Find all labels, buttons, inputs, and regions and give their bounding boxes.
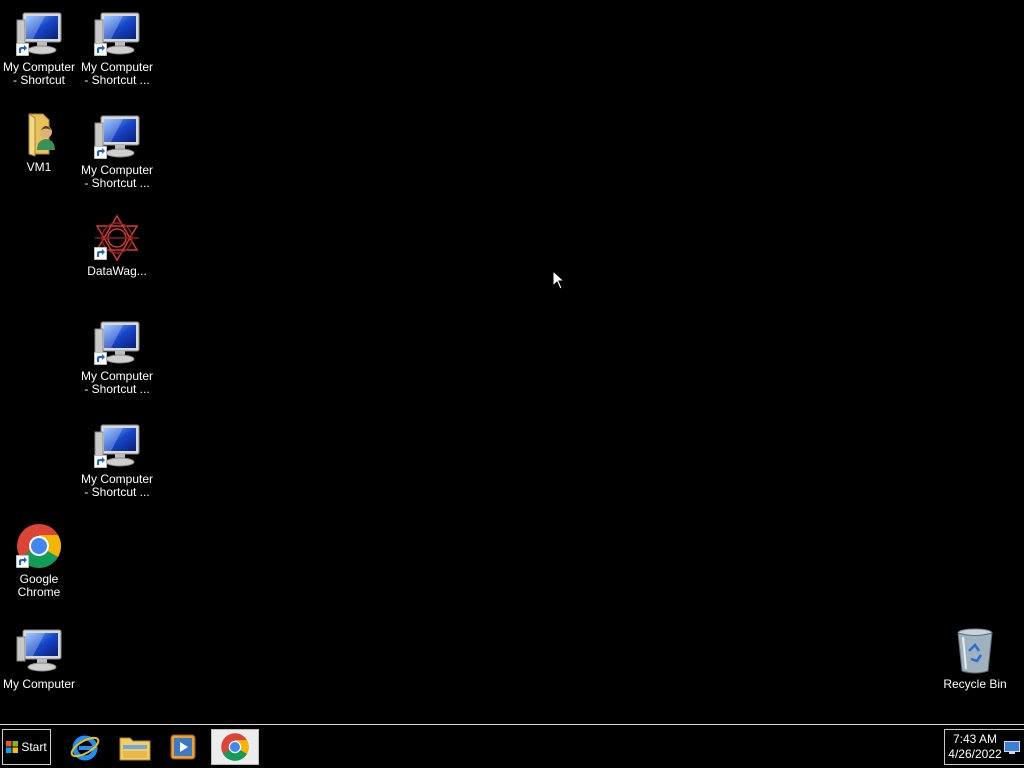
taskbar-media-player[interactable] — [160, 729, 206, 765]
clock[interactable]: 7:43 AM 4/26/2022 — [947, 732, 1003, 762]
start-label: Start — [21, 740, 47, 754]
desktop-icon-my-computer-shortcut-5[interactable]: My Computer - Shortcut ... — [78, 422, 156, 499]
clock-time: 7:43 AM — [952, 732, 998, 746]
icon-label: My Computer - Shortcut ... — [80, 369, 154, 396]
clock-date: 4/26/2022 — [948, 747, 1002, 761]
chrome-icon — [15, 522, 63, 570]
taskbar: Start 7:43 AM 4/26/2022 — [0, 724, 1024, 768]
desktop-icon-my-computer-shortcut-3[interactable]: My Computer - Shortcut ... — [78, 113, 156, 190]
media-player-icon — [170, 734, 196, 760]
icon-label: VM1 — [26, 160, 52, 174]
taskbar-chrome[interactable] — [211, 729, 259, 765]
chrome-icon — [221, 733, 249, 761]
icon-label: My Computer — [2, 677, 76, 691]
icon-label: DataWag... — [87, 264, 147, 278]
internet-explorer-icon — [70, 735, 100, 761]
computer-icon — [93, 319, 141, 367]
desktop-icon-google-chrome[interactable]: Google Chrome — [0, 522, 78, 599]
desktop-icon-vm1[interactable]: VM1 — [0, 110, 78, 174]
desktop: My Computer - Shortcut My Computer - Short… — [0, 0, 1024, 724]
desktop-icon-my-computer-shortcut-2[interactable]: My Computer - Shortcut ... — [78, 10, 156, 87]
recycle-bin-icon — [951, 627, 999, 675]
windows-logo-icon — [6, 741, 19, 753]
desktop-icon-my-computer-shortcut-4[interactable]: My Computer - Shortcut ... — [78, 319, 156, 396]
desktop-icon-datawag[interactable]: DataWag... — [78, 214, 156, 278]
icon-label: My Computer - Shortcut ... — [80, 472, 154, 499]
computer-icon — [93, 113, 141, 161]
computer-icon — [15, 10, 63, 58]
taskbar-internet-explorer[interactable] — [62, 729, 108, 765]
desktop-icon-my-computer-shortcut-1[interactable]: My Computer - Shortcut — [0, 10, 78, 87]
user-folder-icon — [15, 110, 63, 158]
taskbar-file-explorer[interactable] — [112, 729, 158, 765]
icon-label: Recycle Bin — [943, 677, 1007, 691]
computer-icon — [15, 627, 63, 675]
start-button[interactable]: Start — [2, 729, 51, 765]
desktop-icon-recycle-bin[interactable]: Recycle Bin — [936, 627, 1014, 691]
icon-label: Google Chrome — [17, 572, 61, 599]
icon-label: My Computer - Shortcut ... — [80, 60, 154, 87]
desktop-icon-my-computer[interactable]: My Computer — [0, 627, 78, 691]
show-desktop-icon[interactable] — [1004, 741, 1020, 755]
system-tray: 7:43 AM 4/26/2022 — [944, 729, 1024, 765]
computer-icon — [93, 422, 141, 470]
computer-icon — [93, 10, 141, 58]
icon-label: My Computer - Shortcut — [2, 60, 76, 87]
icon-label: My Computer - Shortcut ... — [80, 163, 154, 190]
mouse-cursor-icon — [552, 270, 566, 290]
file-explorer-icon — [119, 737, 151, 761]
datawagon-icon — [93, 214, 141, 262]
